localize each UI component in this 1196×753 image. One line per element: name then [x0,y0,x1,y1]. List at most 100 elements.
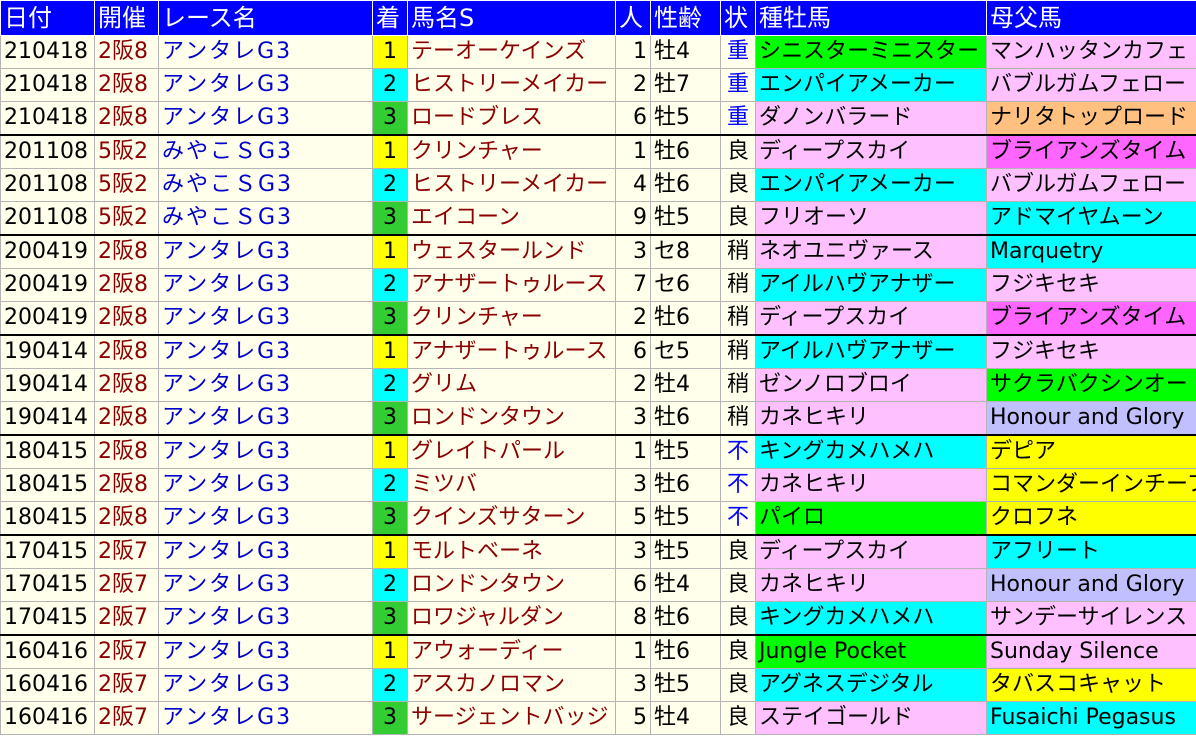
header-baba: 状 [720,0,756,36]
table-cell-race: みやこＳG3 [158,134,373,169]
table-cell-horse: アスカノロマン [407,668,616,702]
table-cell-date: 190414 [0,401,95,436]
table-cell-bms: アドマイヤムーン [986,201,1196,236]
table-cell-sire: パイロ [755,501,987,536]
table-cell-date: 201108 [0,134,95,169]
table-cell-rank: 3 [372,701,408,735]
table-row: 180415 2阪8 アンタレG3 1 グレイトパール 1 牡5 不キングカメハメハ デピア [0,434,1196,469]
table-cell-rank: 2 [372,168,408,202]
table-row: 200419 2阪8 アンタレG3 1 ウェスタールンド 3 セ8 稍ネオユニヴァース Marq… [0,234,1196,269]
table-row: 190414 2阪8 アンタレG3 3 ロンドンタウン 3 牡6 稍カネヒキリ Honour a… [0,401,1196,436]
table-cell-seirei: 牡5 [650,668,721,702]
table-cell-ninki: 7 [615,268,651,302]
table-cell-bms: マンハッタンカフェ [986,35,1196,69]
table-cell-sire: ネオユニヴァース [755,234,987,269]
table-cell-seirei: 牡6 [650,634,721,669]
table-cell-rank: 2 [372,68,408,102]
table-cell-bms: サンデーサイレンス [986,601,1196,636]
table-cell-baba: 稍 [720,234,756,269]
table-cell-horse: クリンチャー [407,301,616,336]
table-cell-bms: Honour and Glory [986,568,1196,602]
table-cell-ninki: 9 [615,201,651,236]
table-cell-horse: サージェントバッジ [407,701,616,735]
table-cell-rank: 3 [372,201,408,236]
table-cell-seirei: 牡5 [650,501,721,536]
table-row: 170415 2阪7 アンタレG3 2 ロンドンタウン 6 牡4 良カネヒキリ Honour a… [0,568,1196,602]
table-cell-seirei: セ8 [650,234,721,269]
table-cell-bms: ブライアンズタイム [986,301,1196,336]
header-bms: 母父馬 [986,0,1196,36]
table-cell-rank: 1 [372,634,408,669]
table-cell-seirei: 牡6 [650,468,721,502]
table-cell-horse: クリンチャー [407,134,616,169]
header-rank: 着 [372,0,408,36]
table-cell-baba: 重 [720,35,756,69]
table-cell-bms: Fusaichi Pegasus [986,701,1196,735]
table-cell-race: アンタレG3 [158,601,373,636]
table-cell-horse: グレイトパール [407,434,616,469]
table-cell-rank: 3 [372,601,408,636]
table-cell-date: 170415 [0,568,95,602]
table-cell-rank: 2 [372,368,408,402]
table-cell-kaisai: 5阪2 [94,134,159,169]
table-row: 201108 5阪2 みやこＳG3 3 エイコーン 9 牡5 良フリオーソ アドマイヤムーン [0,201,1196,236]
table-cell-baba: 良 [720,634,756,669]
table-cell-ninki: 3 [615,401,651,436]
table-cell-race: アンタレG3 [158,401,373,436]
table-cell-bms: アフリート [986,534,1196,569]
table-cell-race: アンタレG3 [158,68,373,102]
table-row: 210418 2阪8 アンタレG3 3 ロードブレス 6 牡5 重ダノンバラード ナリタトップロ… [0,101,1196,136]
table-cell-horse: クインズサターン [407,501,616,536]
table-cell-horse: アナザートゥルース [407,334,616,369]
table-cell-horse: ロンドンタウン [407,568,616,602]
table-row: 160416 2阪7 アンタレG3 3 サージェントバッジ 5 牡4 良ステイゴールド Fusa… [0,701,1196,735]
table-cell-ninki: 6 [615,101,651,136]
table-cell-seirei: 牡5 [650,534,721,569]
table-row: 190414 2阪8 アンタレG3 2 グリム 2 牡4 稍ゼンノロブロイ サクラバクシンオー [0,368,1196,402]
table-cell-race: アンタレG3 [158,301,373,336]
table-cell-race: アンタレG3 [158,334,373,369]
table-cell-ninki: 3 [615,234,651,269]
table-row: 170415 2阪7 アンタレG3 3 ロワジャルダン 8 牡6 良キングカメハメハ サンデーサ… [0,601,1196,636]
table-cell-date: 180415 [0,501,95,536]
table-cell-rank: 3 [372,401,408,436]
table-cell-date: 201108 [0,201,95,236]
header-race: レース名 [158,0,373,36]
table-cell-kaisai: 2阪8 [94,501,159,536]
table-cell-bms: ブライアンズタイム [986,134,1196,169]
table-row: 201108 5阪2 みやこＳG3 2 ヒストリーメイカー 4 牡6 良エンパイアメーカー バブ… [0,168,1196,202]
table-cell-ninki: 5 [615,501,651,536]
table-cell-seirei: セ6 [650,268,721,302]
table-row: 170415 2阪7 アンタレG3 1 モルトベーネ 3 牡5 良ディープスカイ アフリート [0,534,1196,569]
table-cell-kaisai: 2阪8 [94,101,159,136]
table-cell-baba: 稍 [720,401,756,436]
table-cell-date: 210418 [0,68,95,102]
table-cell-race: アンタレG3 [158,701,373,735]
table-cell-kaisai: 5阪2 [94,168,159,202]
table-row: 200419 2阪8 アンタレG3 2 アナザートゥルース 7 セ6 稍アイルハヴアナザー フジ… [0,268,1196,302]
results-table: 日付 開催 レース名 着 馬名S 人 性齢 状 種牡馬 母父馬 210418 2阪… [0,0,1196,735]
table-cell-sire: ダノンバラード [755,101,987,136]
table-cell-bms: タバスコキャット [986,668,1196,702]
table-cell-date: 170415 [0,534,95,569]
table-cell-baba: 良 [720,134,756,169]
table-cell-horse: グリム [407,368,616,402]
table-cell-rank: 1 [372,134,408,169]
table-cell-rank: 2 [372,468,408,502]
table-cell-bms: デピア [986,434,1196,469]
table-cell-baba: 稍 [720,268,756,302]
table-cell-rank: 2 [372,268,408,302]
table-cell-ninki: 8 [615,601,651,636]
table-cell-horse: ロードブレス [407,101,616,136]
table-cell-race: アンタレG3 [158,234,373,269]
table-cell-ninki: 1 [615,134,651,169]
table-cell-horse: ロワジャルダン [407,601,616,636]
table-cell-horse: ヒストリーメイカー [407,68,616,102]
table-cell-ninki: 6 [615,334,651,369]
table-cell-sire: ステイゴールド [755,701,987,735]
table-row: 210418 2阪8 アンタレG3 1 テーオーケインズ 1 牡4 重シニスターミニスター マン… [0,35,1196,69]
table-cell-ninki: 2 [615,368,651,402]
table-row: 180415 2阪8 アンタレG3 2 ミツバ 3 牡6 不カネヒキリ コマンダーインチーフ [0,468,1196,502]
table-cell-kaisai: 2阪8 [94,368,159,402]
table-cell-date: 200419 [0,234,95,269]
